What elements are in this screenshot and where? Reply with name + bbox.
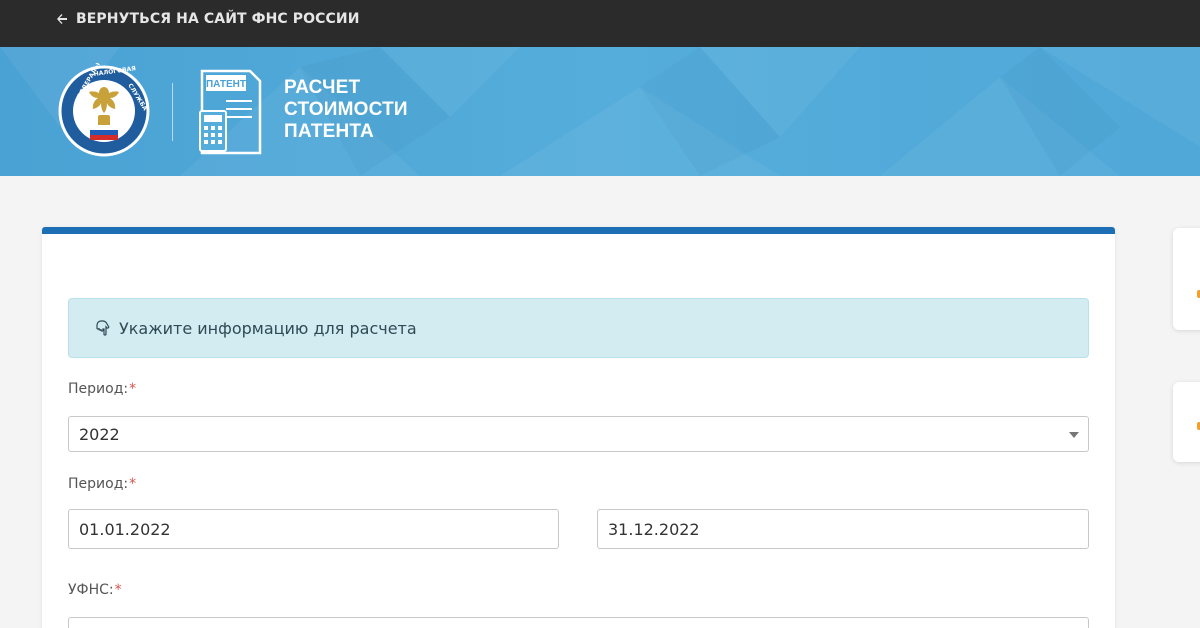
ufns-label-text: УФНС: — [68, 582, 114, 598]
date-from-input[interactable] — [68, 509, 559, 549]
period-year-value: 2022 — [79, 424, 120, 444]
back-link-label: ВЕРНУТЬСЯ НА САЙТ ФНС РОССИИ — [76, 11, 360, 27]
required-asterisk: * — [129, 476, 137, 492]
period-year-label: Период:* — [68, 381, 136, 397]
date-to-input[interactable] — [597, 509, 1089, 549]
hand-pointing-icon — [96, 320, 110, 336]
arrow-left-icon — [57, 14, 67, 24]
info-alert-text: Укажите информацию для расчета — [119, 318, 417, 338]
required-asterisk: * — [114, 582, 122, 598]
period-year-label-text: Период: — [68, 381, 129, 397]
header-divider — [172, 83, 173, 141]
header-title-line-3: ПАТЕНТА — [284, 121, 374, 142]
period-dates-label: Период:* — [68, 476, 136, 492]
period-dates-label-text: Период: — [68, 476, 129, 492]
svg-text:ПАТЕНТ: ПАТЕНТ — [206, 79, 246, 90]
ufns-select[interactable] — [68, 617, 1089, 628]
side-card-1[interactable] — [1173, 228, 1200, 330]
info-alert: Укажите информацию для расчета — [68, 298, 1089, 358]
period-year-select[interactable]: 2022 — [68, 416, 1089, 452]
fns-emblem-icon: ФЕДЕРАЛЬНАЯ НАЛОГОВАЯ СЛУЖБА — [58, 63, 150, 157]
header-title-line-1: РАСЧЕТ — [284, 77, 361, 98]
chevron-down-icon — [1069, 432, 1079, 438]
side-card-2[interactable] — [1173, 382, 1200, 462]
ufns-label: УФНС:* — [68, 582, 122, 598]
patent-calculator-icon: ПАТЕНТ — [199, 69, 262, 155]
header-background-pattern — [0, 47, 1200, 176]
header-banner: ФЕДЕРАЛЬНАЯ НАЛОГОВАЯ СЛУЖБА ПАТЕНТ РАСЧ… — [0, 47, 1200, 176]
header-title: РАСЧЕТ СТОИМОСТИ ПАТЕНТА — [284, 77, 408, 143]
back-to-fns-link[interactable]: ВЕРНУТЬСЯ НА САЙТ ФНС РОССИИ — [56, 9, 360, 29]
required-asterisk: * — [129, 381, 137, 397]
header-title-line-2: СТОИМОСТИ — [284, 99, 408, 120]
top-bar: ВЕРНУТЬСЯ НА САЙТ ФНС РОССИИ — [0, 0, 1200, 47]
